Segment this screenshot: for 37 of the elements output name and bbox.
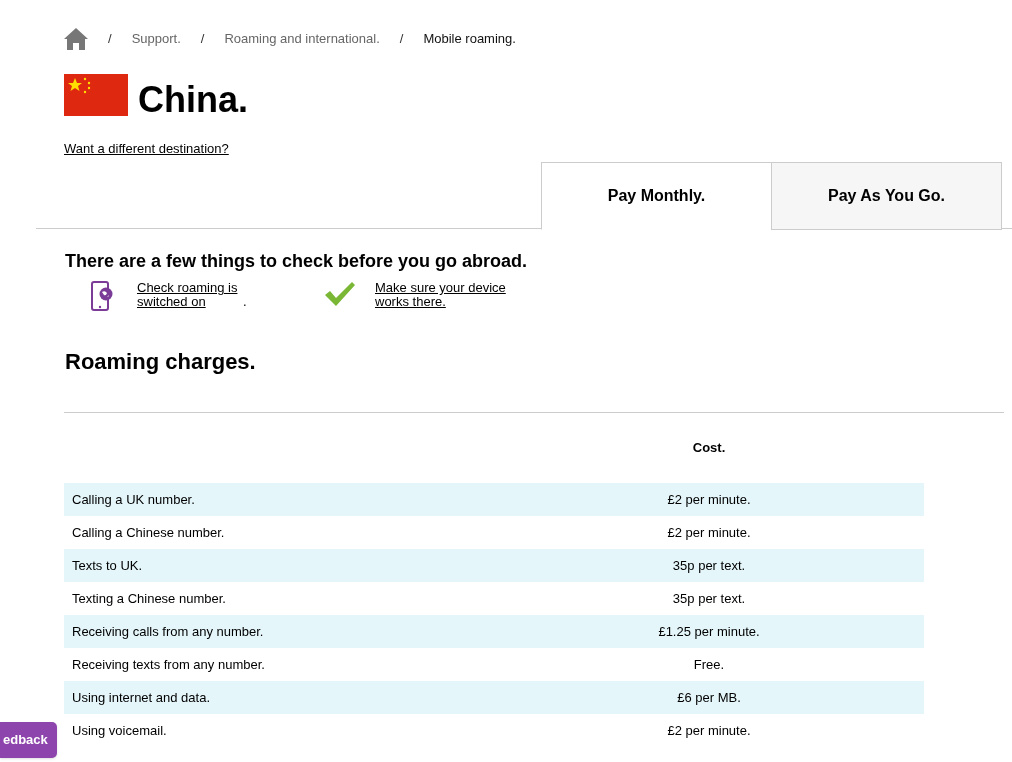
table-cell-text: Calling a Chinese number. (71, 523, 226, 542)
breadcrumb-separator: / (108, 30, 112, 49)
breadcrumb-separator: / (399, 30, 404, 49)
breadcrumb-separator: / (200, 30, 205, 49)
breadcrumb-link[interactable]: Mobile roaming. (423, 29, 516, 49)
charges-heading: Roaming charges. (65, 348, 257, 376)
flag-drawing (64, 74, 128, 116)
home-icon[interactable] (64, 28, 88, 50)
table-cell-text: Texting a Chinese number. (71, 589, 227, 608)
plan-tab[interactable]: Pay Monthly. (541, 162, 772, 230)
table-cell-text: £2 per minute. (666, 490, 752, 509)
table-cell-text: 35p per text. (671, 589, 747, 608)
tick-icon (324, 281, 356, 307)
breadcrumb-link[interactable]: Roaming and international. (224, 29, 380, 49)
table-cell-text: £1.25 per minute. (657, 622, 761, 641)
change-destination-link[interactable]: Want a different destination? (64, 141, 229, 156)
link-punctuation: . (243, 295, 247, 309)
check-link[interactable]: Make sure your device works there. (375, 281, 520, 309)
table-cell-text: 35p per text. (671, 556, 747, 575)
feedback-button[interactable]: edback (0, 722, 57, 758)
column-header: Cost. (691, 439, 727, 458)
table-cell-text: Using internet and data. (71, 688, 212, 707)
check-link[interactable]: Check roaming is switched on (137, 281, 243, 309)
country-title: China. (138, 82, 248, 118)
table-cell-text: Texts to UK. (71, 556, 144, 575)
table-cell-text: Receiving calls from any number. (71, 622, 265, 641)
table-cell-text: £2 per minute. (666, 523, 752, 542)
table-cell-text: £2 per minute. (666, 721, 752, 740)
table-cell-text: £6 per MB. (676, 688, 742, 707)
table-cell-text: Receiving texts from any number. (71, 655, 266, 674)
table-cell-text: Calling a UK number. (71, 490, 196, 509)
table-cell-text: Free. (692, 655, 726, 674)
table-cell-text: Using voicemail. (71, 721, 168, 740)
checks-heading: There are a few things to check before you go abroad. (65, 250, 529, 273)
plan-tab[interactable]: Pay As You Go. (771, 162, 1002, 230)
breadcrumb-link[interactable]: Support. (131, 29, 181, 49)
phone-globe-icon (91, 281, 113, 311)
